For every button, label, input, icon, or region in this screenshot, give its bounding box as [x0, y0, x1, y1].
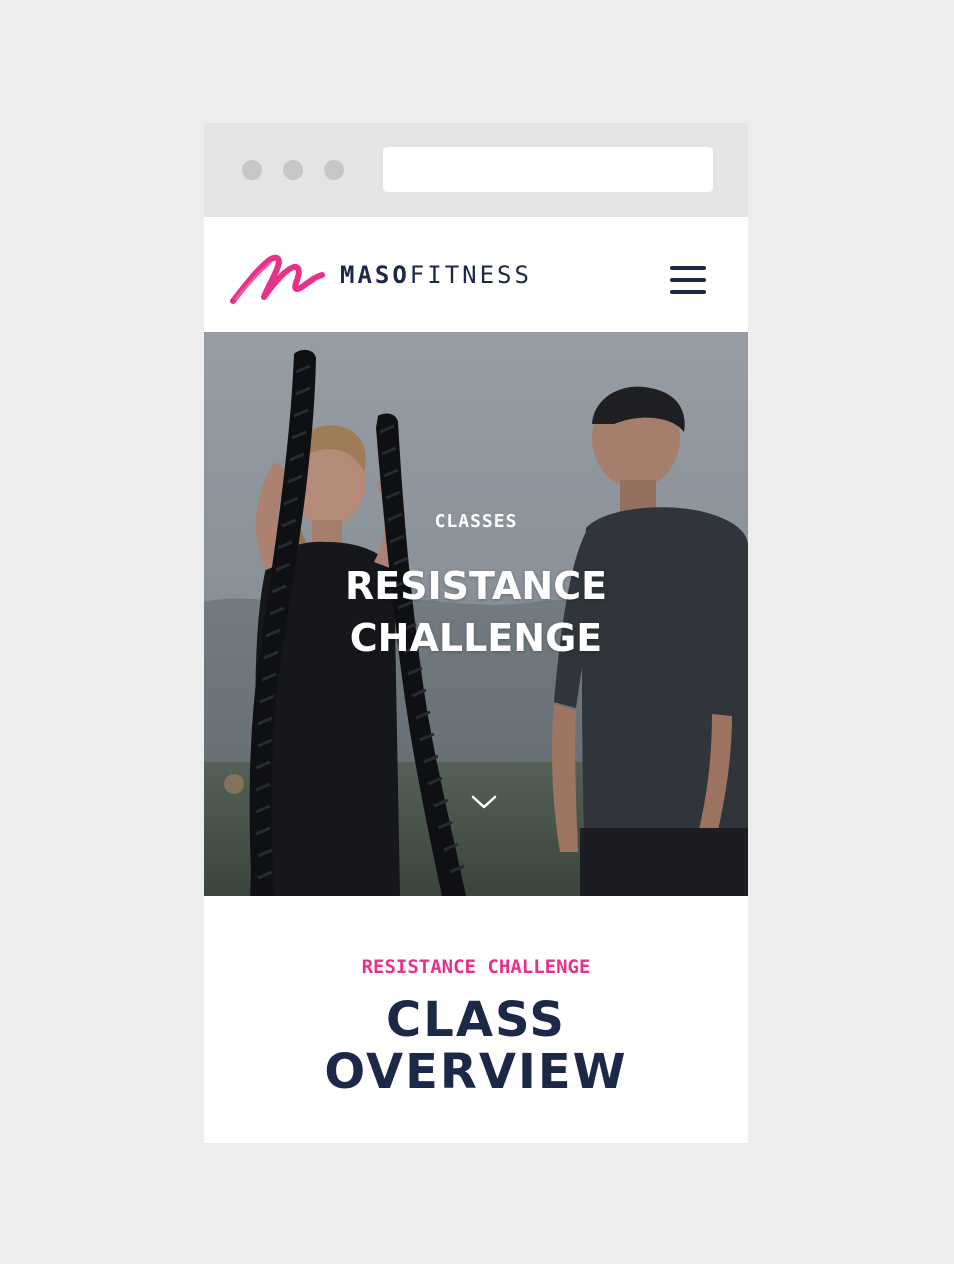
window-dot-2 [283, 160, 303, 180]
overview-title-line-2: OVERVIEW [324, 1044, 628, 1100]
browser-chrome [204, 123, 748, 217]
window-dot-3 [324, 160, 344, 180]
overview-title-line-1: CLASS [386, 992, 566, 1048]
hero-kicker: CLASSES [434, 511, 518, 532]
window-dot-1 [242, 160, 262, 180]
hamburger-menu-icon[interactable] [668, 266, 708, 298]
chevron-down-icon[interactable] [470, 792, 498, 812]
maso-brushstroke-m-icon[interactable] [230, 251, 326, 305]
hero-banner: CLASSES RESISTANCE CHALLENGE [204, 332, 748, 896]
address-bar[interactable] [383, 147, 713, 192]
overview-kicker: RESISTANCE CHALLENGE [361, 956, 591, 978]
hero-title: RESISTANCE CHALLENGE [204, 560, 748, 664]
brand-wordmark-bold: MASO [340, 261, 410, 289]
overview-title: CLASS OVERVIEW [204, 994, 748, 1098]
hero-title-line-2: CHALLENGE [349, 616, 603, 660]
brand-wordmark-light: FITNESS [409, 261, 532, 289]
class-overview-section: RESISTANCE CHALLENGE CLASS OVERVIEW [204, 896, 748, 1143]
hero-title-line-1: RESISTANCE [344, 564, 608, 608]
site-header: MASOFITNESS [204, 217, 748, 332]
mobile-mockup: MASOFITNESS CLASSES RESISTANCE CHALLENGE… [204, 123, 748, 1143]
brand-wordmark[interactable]: MASOFITNESS [340, 261, 532, 289]
